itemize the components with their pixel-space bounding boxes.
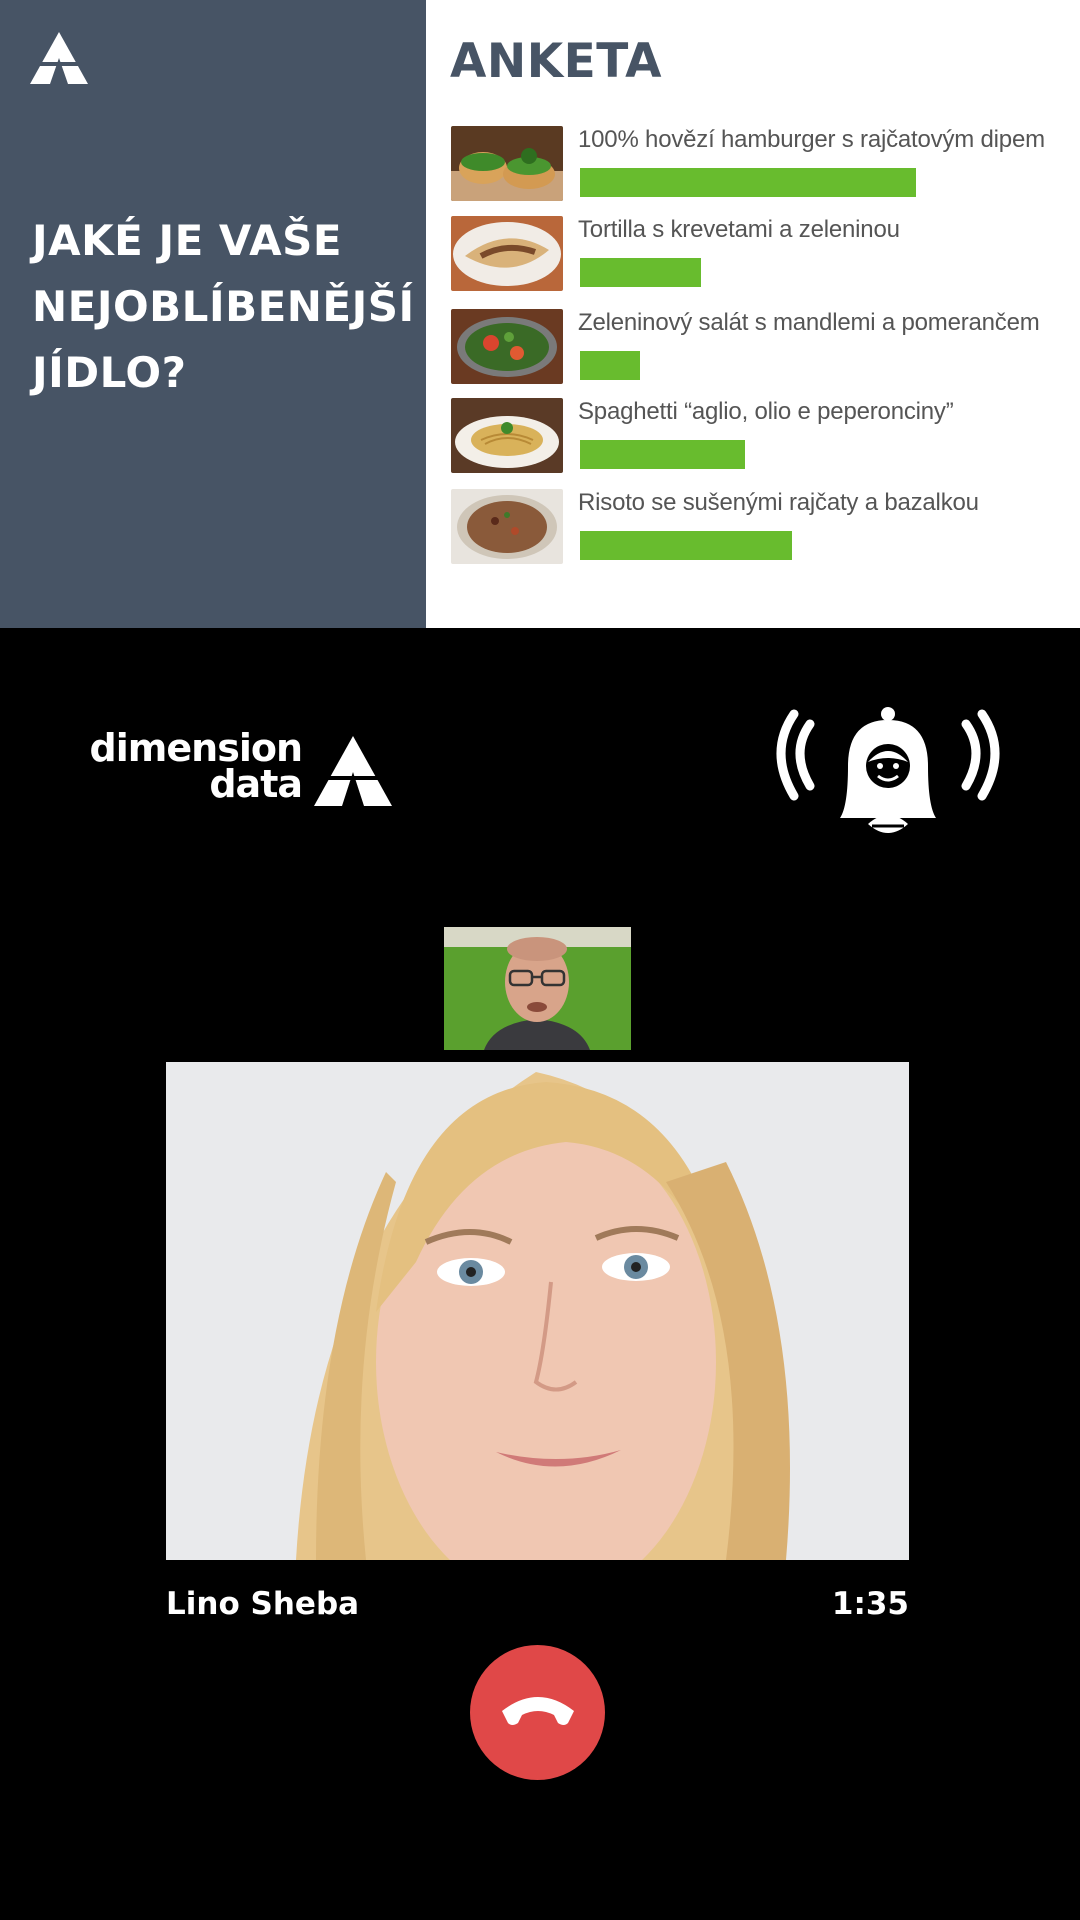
poll-item-bar: [580, 440, 745, 469]
poll-question: JAKÉ JE VAŠE NEJOBLÍBENĚJŠÍ JÍDLO?: [32, 216, 415, 397]
poll-item-label: Risoto se sušenými rajčaty a bazalkou: [578, 489, 979, 516]
poll-title: ANKETA: [450, 34, 663, 89]
brand-line-2: data: [209, 762, 303, 806]
hang-up-button[interactable]: [470, 1645, 605, 1780]
dimension-data-logo-icon: [30, 32, 88, 84]
poll-panel: JAKÉ JE VAŠE NEJOBLÍBENĚJŠÍ JÍDLO? ANKET…: [0, 0, 1080, 628]
poll-item: Zeleninový salát s mandlemi a pomerančem: [451, 309, 1071, 385]
phone-hangup-icon: [502, 1697, 574, 1725]
brand-wordmark: dimension data: [89, 726, 303, 806]
brand-line-1: dimension: [89, 726, 303, 770]
poll-item-bar: [580, 351, 640, 380]
poll-item-label: Spaghetti “aglio, olio e peperonciny”: [578, 398, 954, 425]
dimension-data-brand: dimension data: [89, 726, 392, 814]
salad-photo-icon: [451, 309, 563, 384]
self-video-preview: [444, 927, 631, 1050]
poll-item: 100% hovězí hamburger s rajčatovým dipem: [451, 126, 1071, 202]
poll-item-bar: [580, 531, 792, 560]
tortilla-photo-icon: [451, 216, 563, 291]
poll-item-bar: [580, 258, 701, 287]
poll-item: Risoto se sušenými rajčaty a bazalkou: [451, 489, 1071, 565]
call-duration: 1:35: [831, 1586, 909, 1622]
risotto-photo-icon: [451, 489, 563, 564]
poll-item: Spaghetti “aglio, olio e peperonciny”: [451, 398, 1071, 474]
caller-name: Lino Sheba: [166, 1586, 360, 1622]
poll-item-label: 100% hovězí hamburger s rajčatovým dipem: [578, 126, 1045, 153]
dimension-data-logo-icon: [314, 736, 392, 806]
poll-item-bar: [580, 168, 916, 197]
poll-item-label: Tortilla s krevetami a zeleninou: [578, 216, 900, 243]
poll-item-label: Zeleninový salát s mandlemi a pomerančem: [578, 309, 1040, 336]
spaghetti-photo-icon: [451, 398, 563, 473]
poll-item: Tortilla s krevetami a zeleninou: [451, 216, 1071, 292]
caller-video: [166, 1062, 909, 1560]
ringing-bell-icon: [776, 707, 1000, 833]
burger-photo-icon: [451, 126, 563, 201]
poll-question-panel: JAKÉ JE VAŠE NEJOBLÍBENĚJŠÍ JÍDLO?: [0, 0, 426, 628]
